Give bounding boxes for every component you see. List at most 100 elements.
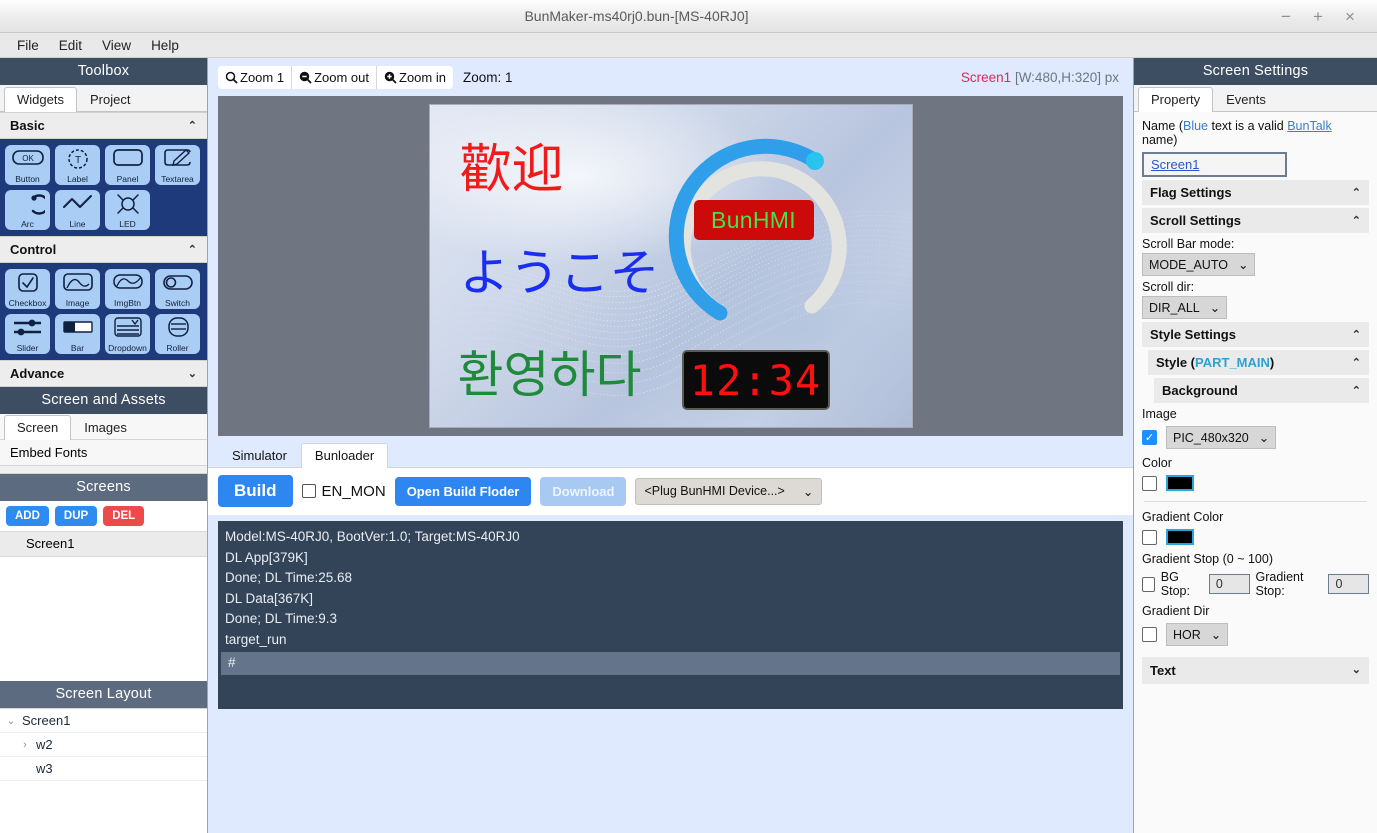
console-prompt-input[interactable]: # <box>221 652 1120 675</box>
screens-header: Screens <box>0 474 207 501</box>
widget-switch[interactable]: Switch <box>155 269 200 309</box>
close-icon[interactable]: × <box>1337 5 1363 27</box>
embed-fonts-item[interactable]: Embed Fonts <box>0 440 207 466</box>
preview-text-chinese: 歡迎 <box>460 127 564 202</box>
menu-item-file[interactable]: File <box>8 35 48 56</box>
en-mon-label: EN_MON <box>322 483 386 500</box>
color-checkbox[interactable] <box>1142 476 1157 491</box>
tree-node-screen1[interactable]: ⌄ Screen1 <box>0 709 207 733</box>
widget-dropdown[interactable]: Dropdown <box>105 314 150 354</box>
scroll-dir-select[interactable]: DIR_ALL ⌄ <box>1142 296 1227 319</box>
tab-bunloader[interactable]: Bunloader <box>301 443 388 468</box>
dropdown-icon <box>110 317 146 339</box>
name-hint-blue: Blue <box>1183 119 1208 133</box>
widget-panel[interactable]: Panel <box>105 145 150 185</box>
name-hint-label: Name (Blue text is a valid BunTalk name) <box>1142 112 1369 152</box>
accordion-text[interactable]: Text ⌄ <box>1142 657 1369 684</box>
style-label-post: ) <box>1270 355 1274 370</box>
tree-node-label: w2 <box>36 737 53 752</box>
screen-preview[interactable]: 歡迎 ようこそ 환영하다 BunHMI 12:34 <box>429 104 913 428</box>
accordion-style-settings[interactable]: Style Settings ⌃ <box>1142 322 1369 347</box>
tab-images[interactable]: Images <box>71 415 140 440</box>
widget-bar[interactable]: Bar <box>55 314 100 354</box>
screen-list-empty-area <box>0 557 207 681</box>
color-swatch[interactable] <box>1166 475 1194 491</box>
settings-tabs: Property Events <box>1134 85 1377 112</box>
menu-item-edit[interactable]: Edit <box>50 35 91 56</box>
accordion-scroll-settings[interactable]: Scroll Settings ⌃ <box>1142 208 1369 233</box>
scroll-bar-mode-select[interactable]: MODE_AUTO ⌄ <box>1142 253 1255 276</box>
section-header-advance[interactable]: Advance ⌄ <box>0 360 207 387</box>
tree-node-w2[interactable]: › w2 <box>0 733 207 757</box>
en-mon-checkbox[interactable] <box>302 484 316 498</box>
gradient-dir-select[interactable]: HOR ⌄ <box>1166 623 1228 646</box>
menu-item-view[interactable]: View <box>93 35 140 56</box>
device-select[interactable]: <Plug BunHMI Device...> ⌄ <box>635 478 822 505</box>
zoom-reset-label: Zoom 1 <box>240 70 284 85</box>
gradient-dir-checkbox[interactable] <box>1142 627 1157 642</box>
build-button[interactable]: Build <box>218 475 293 507</box>
delete-screen-button[interactable]: DEL <box>103 506 144 526</box>
en-mon-checkbox-group[interactable]: EN_MON <box>302 483 386 500</box>
tab-simulator[interactable]: Simulator <box>218 443 301 468</box>
menu-item-help[interactable]: Help <box>142 35 188 56</box>
image-icon <box>60 272 96 294</box>
widget-label: Bar <box>55 344 100 353</box>
widget-button[interactable]: OK Button <box>5 145 50 185</box>
widget-image[interactable]: Image <box>55 269 100 309</box>
preview-bunhmi-label: BunHMI <box>711 207 796 234</box>
zoom-out-button[interactable]: Zoom out <box>292 66 377 89</box>
accordion-flag-settings[interactable]: Flag Settings ⌃ <box>1142 180 1369 205</box>
widget-led[interactable]: LED <box>105 190 150 230</box>
download-button: Download <box>540 477 626 506</box>
chevron-down-icon[interactable]: ⌄ <box>0 714 22 727</box>
minimize-icon[interactable]: − <box>1273 5 1299 27</box>
widget-imgbtn[interactable]: ImgBtn <box>105 269 150 309</box>
accordion-style-part-main[interactable]: Style (PART_MAIN) ⌃ <box>1148 350 1369 375</box>
section-header-basic[interactable]: Basic ⌃ <box>0 112 207 139</box>
tab-property[interactable]: Property <box>1138 87 1213 112</box>
add-screen-button[interactable]: ADD <box>6 506 49 526</box>
panel-icon <box>110 148 146 168</box>
widget-roller[interactable]: Roller <box>155 314 200 354</box>
bg-stop-input[interactable]: 0 <box>1209 574 1250 594</box>
accordion-background[interactable]: Background ⌃ <box>1154 378 1369 403</box>
chevron-right-icon[interactable]: › <box>14 739 36 751</box>
open-build-folder-button[interactable]: Open Build Floder <box>395 477 532 506</box>
widget-checkbox[interactable]: Checkbox <box>5 269 50 309</box>
window-controls: − + × <box>1273 5 1377 27</box>
tree-node-w3[interactable]: w3 <box>0 757 207 781</box>
widget-line[interactable]: Line <box>55 190 100 230</box>
tab-project[interactable]: Project <box>77 87 143 112</box>
tab-screen[interactable]: Screen <box>4 415 71 440</box>
toolbox-header: Toolbox <box>0 58 207 85</box>
gradient-stop-input[interactable]: 0 <box>1328 574 1369 594</box>
gradient-color-swatch[interactable] <box>1166 529 1194 545</box>
duplicate-screen-button[interactable]: DUP <box>55 506 97 526</box>
name-input[interactable]: Screen1 <box>1142 152 1287 177</box>
widget-label-w[interactable]: T Label <box>55 145 100 185</box>
section-title-control: Control <box>10 242 56 257</box>
tab-widgets[interactable]: Widgets <box>4 87 77 112</box>
console-output[interactable]: Model:MS-40RJ0, BootVer:1.0; Target:MS-4… <box>218 521 1123 709</box>
preview-bunhmi-button[interactable]: BunHMI <box>694 200 814 240</box>
gradient-stop-checkbox[interactable] <box>1142 577 1155 592</box>
widget-arc[interactable]: Arc <box>5 190 50 230</box>
tab-events[interactable]: Events <box>1213 87 1279 112</box>
image-checkbox[interactable]: ✓ <box>1142 430 1157 445</box>
zoom-reset-button[interactable]: Zoom 1 <box>218 66 292 89</box>
widget-textarea[interactable]: Textarea <box>155 145 200 185</box>
gradient-color-checkbox[interactable] <box>1142 530 1157 545</box>
screen-list-item[interactable]: Screen1 <box>0 531 207 557</box>
buntalk-link[interactable]: BunTalk <box>1287 119 1331 133</box>
widget-slider[interactable]: Slider <box>5 314 50 354</box>
widget-label: Line <box>55 220 100 229</box>
canvas-area[interactable]: 歡迎 ようこそ 환영하다 BunHMI 12:34 <box>218 96 1123 436</box>
maximize-icon[interactable]: + <box>1305 5 1331 27</box>
section-header-control[interactable]: Control ⌃ <box>0 236 207 263</box>
toolbox-tabs: Widgets Project <box>0 85 207 112</box>
accordion-title: Flag Settings <box>1150 185 1232 200</box>
zoom-in-label: Zoom in <box>399 70 446 85</box>
zoom-in-button[interactable]: Zoom in <box>377 66 453 89</box>
image-select[interactable]: PIC_480x320 ⌄ <box>1166 426 1276 449</box>
